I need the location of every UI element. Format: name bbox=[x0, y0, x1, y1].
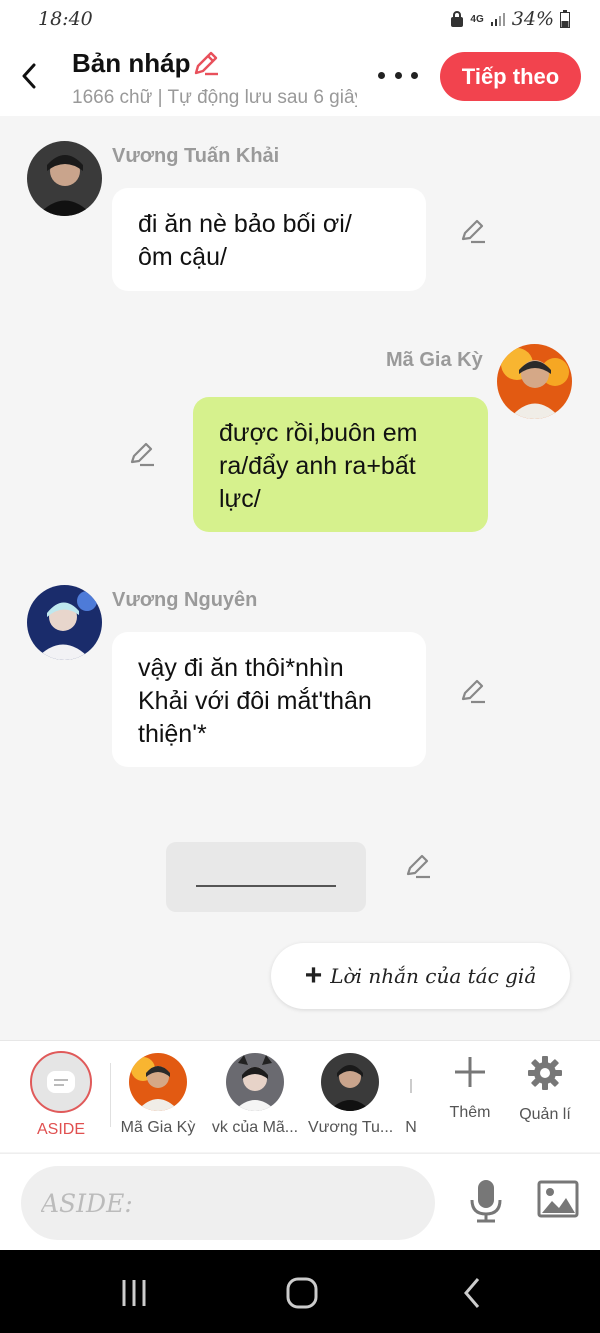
message-line: vậy đi ăn thôi*nhìn bbox=[138, 654, 344, 682]
plus-icon bbox=[455, 1057, 485, 1087]
system-back-button[interactable] bbox=[452, 1276, 492, 1310]
add-character-button[interactable]: Thêm bbox=[446, 1055, 494, 1122]
more-options-button[interactable] bbox=[378, 60, 418, 90]
message-line: lực/ bbox=[219, 485, 261, 513]
system-navigation-bar bbox=[0, 1250, 600, 1333]
character-avatar bbox=[321, 1053, 379, 1111]
word-count-autosave: 1666 chữ | Tự động lưu sau 6 giây bbox=[72, 87, 357, 108]
divider-line bbox=[196, 885, 336, 887]
character-avatar-partial bbox=[410, 1079, 412, 1093]
character-divider bbox=[110, 1063, 111, 1127]
message-line: được rồi,buôn em bbox=[219, 419, 418, 447]
manage-characters-button[interactable]: Quản lí bbox=[516, 1055, 574, 1124]
pencil-icon bbox=[461, 219, 485, 244]
recent-apps-button[interactable] bbox=[114, 1276, 154, 1310]
status-bar: 18:40 4G 34% bbox=[0, 0, 600, 38]
message-line: ra/đẩy anh ra+bất bbox=[219, 452, 416, 480]
sender-name: Vương Nguyên bbox=[112, 589, 258, 611]
message-bubble[interactable]: đi ăn nè bảo bối ơi/ ôm cậu/ bbox=[112, 188, 426, 291]
character-avatar bbox=[226, 1053, 284, 1111]
character-ma-gia-ky[interactable]: Mã Gia Kỳ bbox=[119, 1053, 197, 1137]
plus-icon: + bbox=[304, 959, 323, 992]
app-header: Bản nháp 1666 chữ | Tự động lưu sau 6 gi… bbox=[0, 38, 600, 116]
message-bubble[interactable]: được rồi,buôn em ra/đẩy anh ra+bất lực/ bbox=[193, 397, 488, 532]
message-line: đi ăn nè bảo bối ơi/ bbox=[138, 210, 352, 238]
home-button[interactable] bbox=[282, 1276, 322, 1310]
image-icon bbox=[537, 1180, 579, 1218]
character-label: N bbox=[405, 1119, 417, 1136]
chevron-left-icon bbox=[464, 1278, 480, 1308]
edit-message-button[interactable] bbox=[459, 677, 487, 705]
sender-name: Vương Tuấn Khải bbox=[112, 145, 280, 167]
status-icons: 4G 34% bbox=[450, 8, 570, 30]
message-line: Khải với đôi mắt'thân bbox=[138, 687, 372, 715]
recent-apps-icon bbox=[122, 1280, 146, 1306]
manage-label: Quản lí bbox=[519, 1106, 571, 1123]
battery-text: 34% bbox=[511, 8, 554, 30]
sender-name: Mã Gia Kỳ bbox=[386, 349, 483, 371]
character-label: Mã Gia Kỳ bbox=[120, 1119, 196, 1136]
edit-message-button[interactable] bbox=[128, 440, 156, 468]
message-input[interactable] bbox=[21, 1166, 435, 1240]
avatar-vuong-tuan-khai[interactable] bbox=[27, 141, 102, 216]
add-label: Thêm bbox=[449, 1104, 491, 1121]
pencil-icon bbox=[130, 442, 154, 467]
message-bubble[interactable]: vậy đi ăn thôi*nhìn Khải với đôi mắt'thâ… bbox=[112, 632, 426, 767]
message-line: thiện'* bbox=[138, 720, 207, 748]
more-dot-icon bbox=[394, 71, 402, 79]
avatar-vuong-nguyen[interactable] bbox=[27, 585, 102, 660]
more-dot-icon bbox=[411, 71, 418, 79]
character-label: vk của Mã... bbox=[211, 1119, 299, 1136]
pencil-icon bbox=[194, 51, 218, 76]
edit-aside-button[interactable] bbox=[404, 852, 432, 880]
composer bbox=[0, 1153, 600, 1250]
insert-image-button[interactable] bbox=[537, 1180, 579, 1223]
more-dot-icon bbox=[378, 71, 385, 79]
character-partial[interactable]: N bbox=[402, 1053, 420, 1137]
edit-title-button[interactable] bbox=[192, 49, 220, 82]
back-button[interactable] bbox=[14, 56, 44, 96]
character-vk-cua-ma[interactable]: vk của Mã... bbox=[210, 1053, 300, 1137]
chat-bubble-icon bbox=[47, 1071, 75, 1093]
character-vuong-tuan-khai[interactable]: Vương Tu... bbox=[308, 1053, 394, 1137]
network-label: 4G bbox=[470, 13, 484, 25]
page-title: Bản nháp bbox=[72, 48, 191, 78]
next-button[interactable]: Tiếp theo bbox=[440, 52, 581, 101]
chevron-left-icon bbox=[22, 63, 36, 89]
edit-message-button[interactable] bbox=[459, 217, 487, 245]
pencil-icon bbox=[406, 854, 430, 879]
gear-icon bbox=[528, 1056, 562, 1090]
avatar-ma-gia-ky[interactable] bbox=[497, 344, 572, 419]
aside-block[interactable] bbox=[166, 842, 366, 912]
character-label: ASIDE bbox=[36, 1121, 85, 1138]
character-bar: ASIDE Mã Gia Kỳ vk của Mã... Vương Tu...… bbox=[0, 1040, 600, 1152]
lock-icon bbox=[451, 11, 464, 27]
author-note-label: Lời nhắn của tác giả bbox=[330, 964, 537, 988]
battery-icon bbox=[560, 10, 570, 28]
character-aside[interactable]: ASIDE bbox=[30, 1051, 92, 1139]
home-icon bbox=[286, 1277, 318, 1309]
voice-input-button[interactable] bbox=[467, 1178, 505, 1229]
microphone-icon bbox=[470, 1180, 502, 1223]
character-avatar bbox=[129, 1053, 187, 1111]
signal-icon bbox=[490, 13, 505, 26]
message-line: ôm cậu/ bbox=[138, 243, 227, 271]
aside-avatar bbox=[30, 1051, 92, 1113]
pencil-icon bbox=[461, 679, 485, 704]
status-time: 18:40 bbox=[38, 8, 93, 30]
author-note-button[interactable]: + Lời nhắn của tác giả bbox=[271, 943, 570, 1009]
character-label: Vương Tu... bbox=[308, 1119, 394, 1136]
